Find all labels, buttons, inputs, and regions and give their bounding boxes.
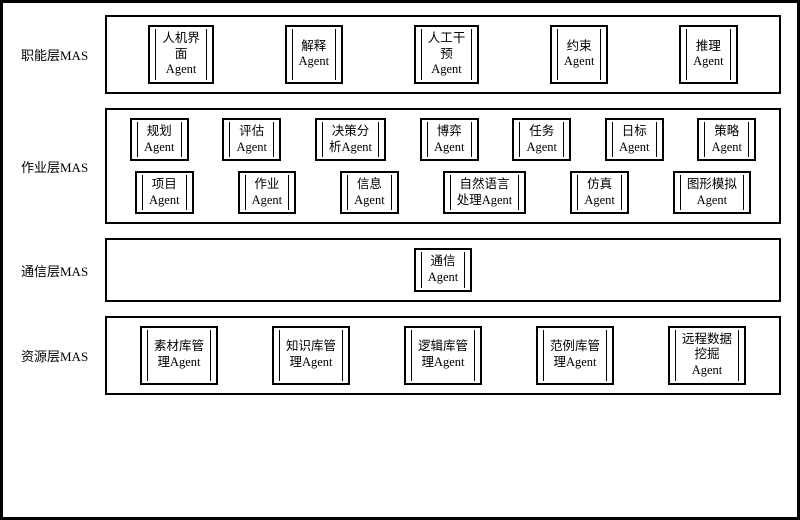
layer-functional: 职能层MAS 人机界 面 Agent 解释 Agent 人工干 预 Agent … — [17, 15, 781, 94]
layer-box-resource: 素材库管 理Agent 知识库管 理Agent 逻辑库管 理Agent 范例库管… — [105, 316, 781, 395]
layer-communication: 通信层MAS 通信 Agent — [17, 238, 781, 301]
agent-project: 项目 Agent — [135, 171, 194, 214]
diagram-frame: 职能层MAS 人机界 面 Agent 解释 Agent 人工干 预 Agent … — [0, 0, 800, 520]
layer-label-functional: 职能层MAS — [17, 45, 105, 64]
agent-job: 作业 Agent — [238, 171, 297, 214]
layer-resource: 资源层MAS 素材库管 理Agent 知识库管 理Agent 逻辑库管 理Age… — [17, 316, 781, 395]
layer-box-functional: 人机界 面 Agent 解释 Agent 人工干 预 Agent 约束 Agen… — [105, 15, 781, 94]
agent-manual-intervene: 人工干 预 Agent — [414, 25, 480, 84]
agent-hci: 人机界 面 Agent — [148, 25, 214, 84]
agent-row: 素材库管 理Agent 知识库管 理Agent 逻辑库管 理Agent 范例库管… — [117, 326, 769, 385]
layer-box-operation: 规划 Agent 评估 Agent 决策分 析Agent 博弈 Agent 任务… — [105, 108, 781, 225]
layer-operation: 作业层MAS 规划 Agent 评估 Agent 决策分 析Agent 博弈 A… — [17, 108, 781, 225]
agent-simulation: 仿真 Agent — [570, 171, 629, 214]
agent-logic-db: 逻辑库管 理Agent — [404, 326, 482, 385]
agent-knowledge-db: 知识库管 理Agent — [272, 326, 350, 385]
agent-row: 项目 Agent 作业 Agent 信息 Agent 自然语言 处理Agent … — [117, 171, 769, 214]
agent-planning: 规划 Agent — [130, 118, 189, 161]
agent-target: 日标 Agent — [605, 118, 664, 161]
agent-constraint: 约束 Agent — [550, 25, 609, 84]
agent-communication: 通信 Agent — [414, 248, 473, 291]
layer-label-communication: 通信层MAS — [17, 261, 105, 280]
agent-strategy: 策略 Agent — [697, 118, 756, 161]
layer-label-operation: 作业层MAS — [17, 157, 105, 176]
agent-game: 博弈 Agent — [420, 118, 479, 161]
layer-label-resource: 资源层MAS — [17, 346, 105, 365]
agent-explain: 解释 Agent — [285, 25, 344, 84]
agent-graphics-sim: 图形模拟 Agent — [673, 171, 751, 214]
agent-material-db: 素材库管 理Agent — [140, 326, 218, 385]
agent-case-db: 范例库管 理Agent — [536, 326, 614, 385]
agent-row: 人机界 面 Agent 解释 Agent 人工干 预 Agent 约束 Agen… — [117, 25, 769, 84]
agent-evaluation: 评估 Agent — [222, 118, 281, 161]
agent-row: 规划 Agent 评估 Agent 决策分 析Agent 博弈 Agent 任务… — [117, 118, 769, 161]
agent-information: 信息 Agent — [340, 171, 399, 214]
agent-task: 任务 Agent — [512, 118, 571, 161]
agent-row: 通信 Agent — [117, 248, 769, 291]
agent-reasoning: 推理 Agent — [679, 25, 738, 84]
agent-remote-mining: 远程数据 挖掘 Agent — [668, 326, 746, 385]
agent-nlp: 自然语言 处理Agent — [443, 171, 527, 214]
layer-box-communication: 通信 Agent — [105, 238, 781, 301]
agent-decision-analysis: 决策分 析Agent — [315, 118, 386, 161]
